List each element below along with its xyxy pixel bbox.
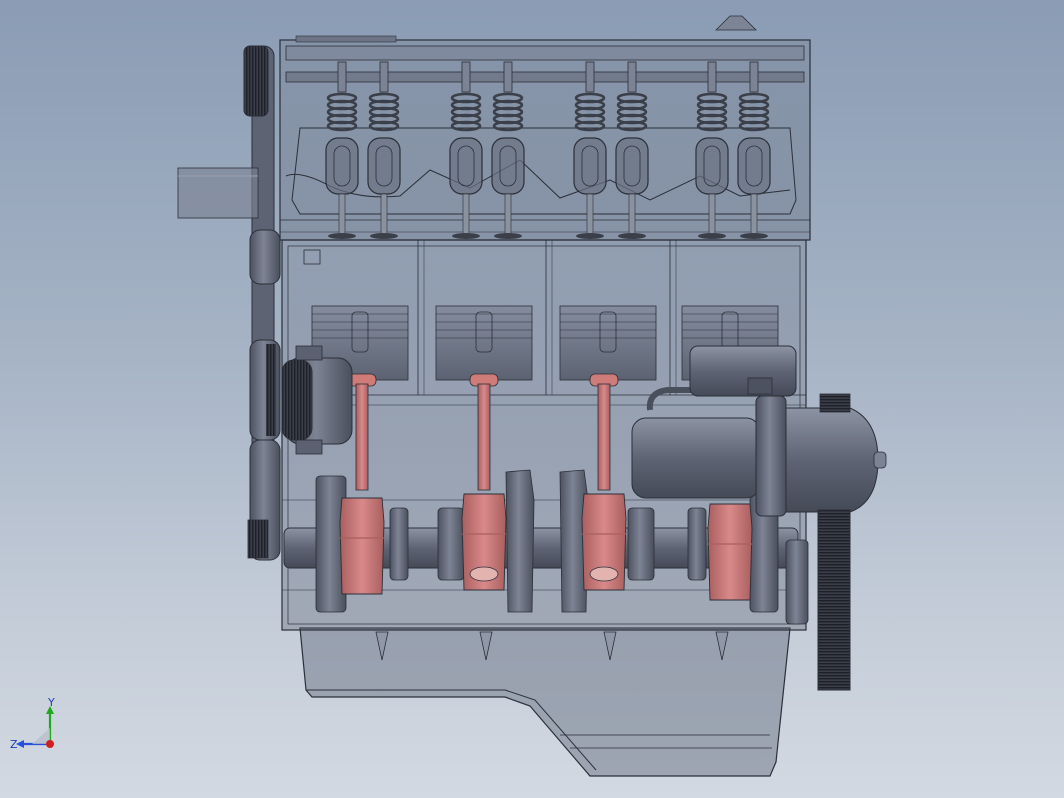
engine-model[interactable] <box>0 0 1064 798</box>
valve-stem <box>504 193 512 235</box>
cylinder-head[interactable] <box>279 15 811 241</box>
valve-stem <box>628 193 636 235</box>
valve-cap <box>461 61 471 93</box>
cad-viewport[interactable]: Y Z <box>0 0 1064 798</box>
valve-cap <box>749 61 759 93</box>
valve-stem <box>586 193 594 235</box>
connecting-rod <box>707 503 753 601</box>
valve-head <box>698 233 726 239</box>
valve-head <box>740 233 768 239</box>
valve-cap <box>503 61 513 93</box>
y-axis-label: Y <box>47 696 55 709</box>
rod-beam <box>597 383 611 491</box>
valve-stem <box>462 193 470 235</box>
valve-stem <box>708 193 716 235</box>
valve-cap <box>627 61 637 93</box>
crank-pin-bore <box>589 566 619 582</box>
valve-head <box>618 233 646 239</box>
rod-big-end <box>707 503 753 601</box>
piston-body <box>435 305 533 381</box>
valve-stem <box>750 193 758 235</box>
valve-cap <box>707 61 717 93</box>
alternator[interactable] <box>281 345 353 455</box>
rod-beam <box>477 383 491 491</box>
rod-beam <box>355 383 369 491</box>
valve-cap <box>337 61 347 93</box>
valve-head <box>576 233 604 239</box>
x-axis-dot <box>46 740 54 748</box>
valve-head <box>494 233 522 239</box>
piston <box>559 305 657 381</box>
rod-big-end <box>339 497 385 595</box>
piston-body <box>559 305 657 381</box>
oil-pan[interactable] <box>299 627 791 777</box>
z-axis-label: Z <box>10 738 18 751</box>
timing-drive[interactable] <box>243 45 281 561</box>
valve-cap <box>379 61 389 93</box>
valve-stem <box>338 193 346 235</box>
valve-head <box>370 233 398 239</box>
crank-pin-bore <box>469 566 499 582</box>
axis-triad: Y Z <box>10 696 55 751</box>
piston <box>435 305 533 381</box>
valve-head <box>328 233 356 239</box>
valve-cap <box>585 61 595 93</box>
valve-stem <box>380 193 388 235</box>
valve-head <box>452 233 480 239</box>
distributor-shaft[interactable] <box>177 167 259 219</box>
